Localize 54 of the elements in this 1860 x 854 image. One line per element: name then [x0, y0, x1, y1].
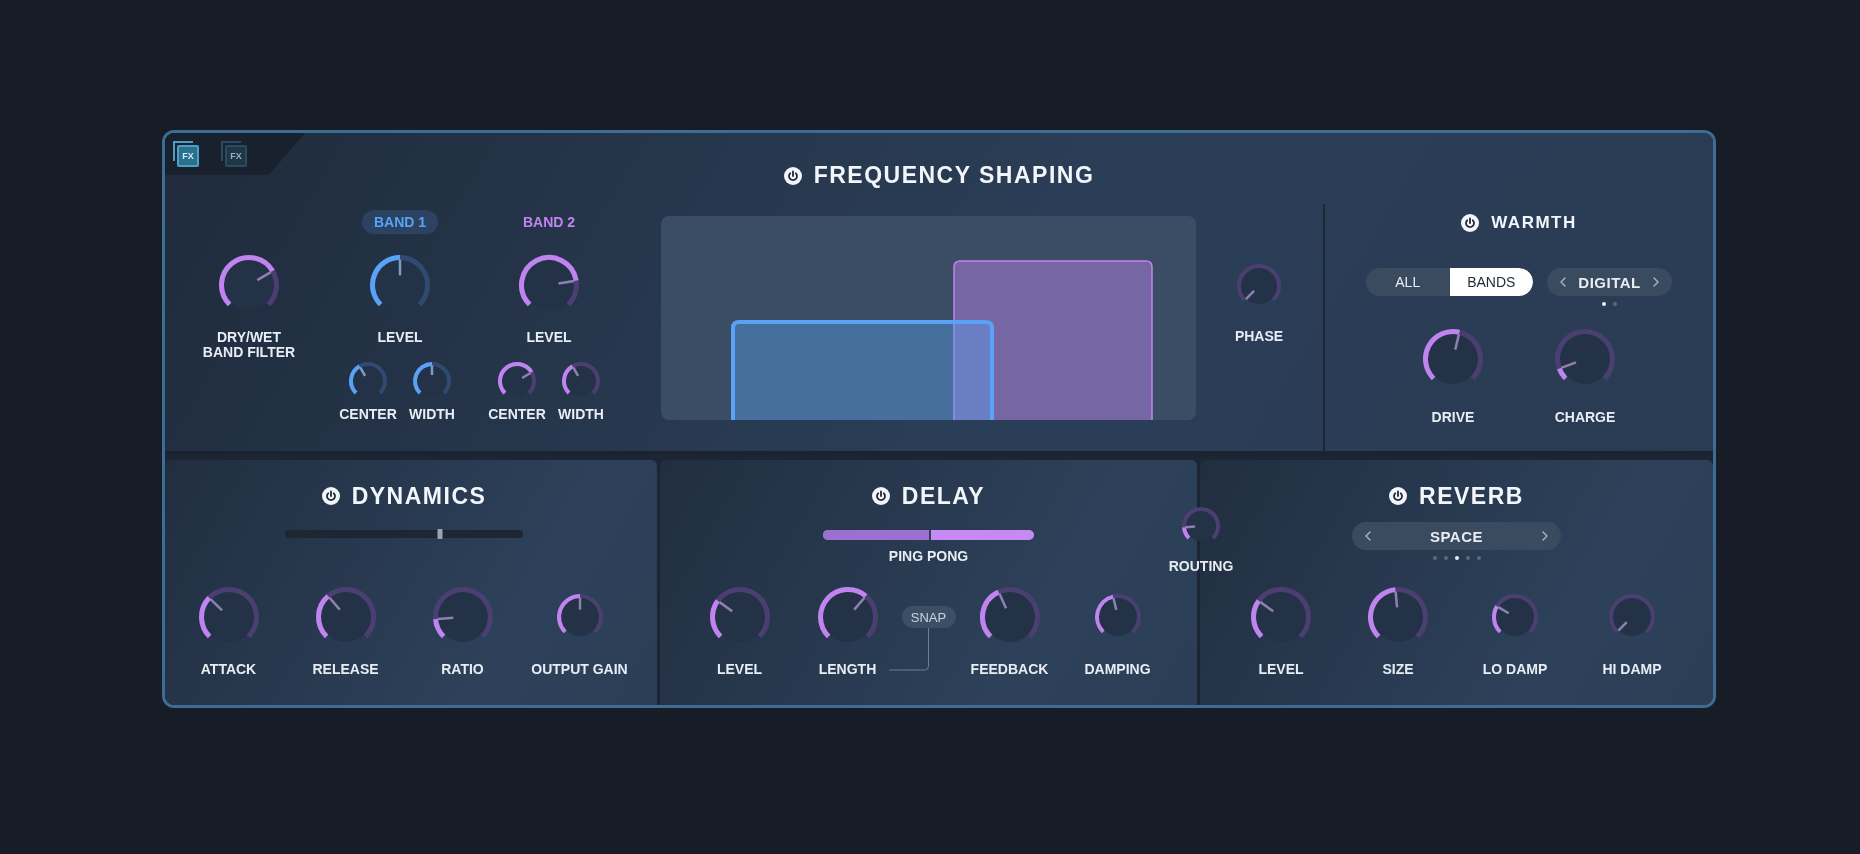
page-dot[interactable]	[1432, 556, 1437, 560]
page-dot[interactable]	[1476, 556, 1481, 560]
page-dot[interactable]	[1454, 556, 1459, 560]
knob-label: DRY/WET BAND FILTER	[201, 330, 297, 360]
page-dot[interactable]	[1602, 302, 1606, 306]
knob-label: HI DAMP	[1602, 662, 1662, 677]
section-title: FREQUENCY SHAPING	[813, 162, 1095, 189]
knob-label: CENTER	[339, 407, 397, 422]
section-title: DYNAMICS	[351, 482, 487, 510]
preset-selector[interactable]: DIGITAL	[1547, 268, 1672, 296]
knob-label: LEVEL	[526, 330, 572, 345]
knob-label: LO DAMP	[1482, 662, 1548, 677]
knob-label: DRIVE	[1431, 410, 1475, 425]
preset-selector[interactable]: SPACE	[1352, 522, 1561, 550]
band-label[interactable]: BAND 2	[510, 210, 588, 234]
knob-label: RELEASE	[312, 662, 379, 677]
page-dot[interactable]	[1613, 302, 1617, 306]
knob-label: FEEDBACK	[970, 662, 1049, 677]
knob-label: DAMPING	[1084, 662, 1151, 677]
knob-label: ATTACK	[200, 662, 257, 677]
knob-label: SIZE	[1382, 662, 1414, 677]
power-icon[interactable]	[783, 166, 802, 185]
page-dot[interactable]	[1465, 556, 1470, 560]
knob-label: WIDTH	[409, 407, 455, 422]
band-label[interactable]: BAND 1	[361, 210, 439, 234]
page-dot[interactable]	[1443, 556, 1448, 560]
knob-label: LENGTH	[818, 662, 877, 677]
section-title: DELAY	[901, 482, 986, 510]
ping-pong-slider[interactable]	[823, 530, 1034, 540]
section-title: REVERB	[1419, 482, 1524, 510]
preset-name: SPACE	[1429, 527, 1484, 545]
mode-option[interactable]: ALL	[1366, 268, 1450, 296]
snap-button[interactable]: SNAP	[901, 606, 956, 628]
knob-label: LEVEL	[377, 330, 423, 345]
slider-thumb[interactable]	[437, 529, 443, 539]
preset-name: DIGITAL	[1578, 273, 1641, 291]
knob-label: LEVEL	[1258, 662, 1304, 677]
power-icon[interactable]	[871, 487, 890, 505]
knob-label: ROUTING	[1168, 559, 1234, 574]
mode-option[interactable]: BANDS	[1449, 268, 1533, 296]
slider-track[interactable]	[285, 530, 523, 538]
power-icon[interactable]	[321, 487, 340, 505]
knob-label: CHARGE	[1554, 410, 1616, 425]
knob-label: PHASE	[1234, 329, 1284, 344]
knob-label: OUTPUT GAIN	[531, 662, 628, 677]
connector-line	[888, 628, 929, 672]
power-icon[interactable]	[1461, 214, 1480, 232]
section-title: WARMTH	[1491, 213, 1577, 233]
knob-label: WIDTH	[558, 407, 604, 422]
slider-label: PING PONG	[888, 548, 969, 564]
knob-label: RATIO	[441, 662, 484, 677]
knob-label: LEVEL	[716, 662, 763, 677]
knob-label: CENTER	[488, 407, 546, 422]
power-icon[interactable]	[1389, 487, 1408, 505]
